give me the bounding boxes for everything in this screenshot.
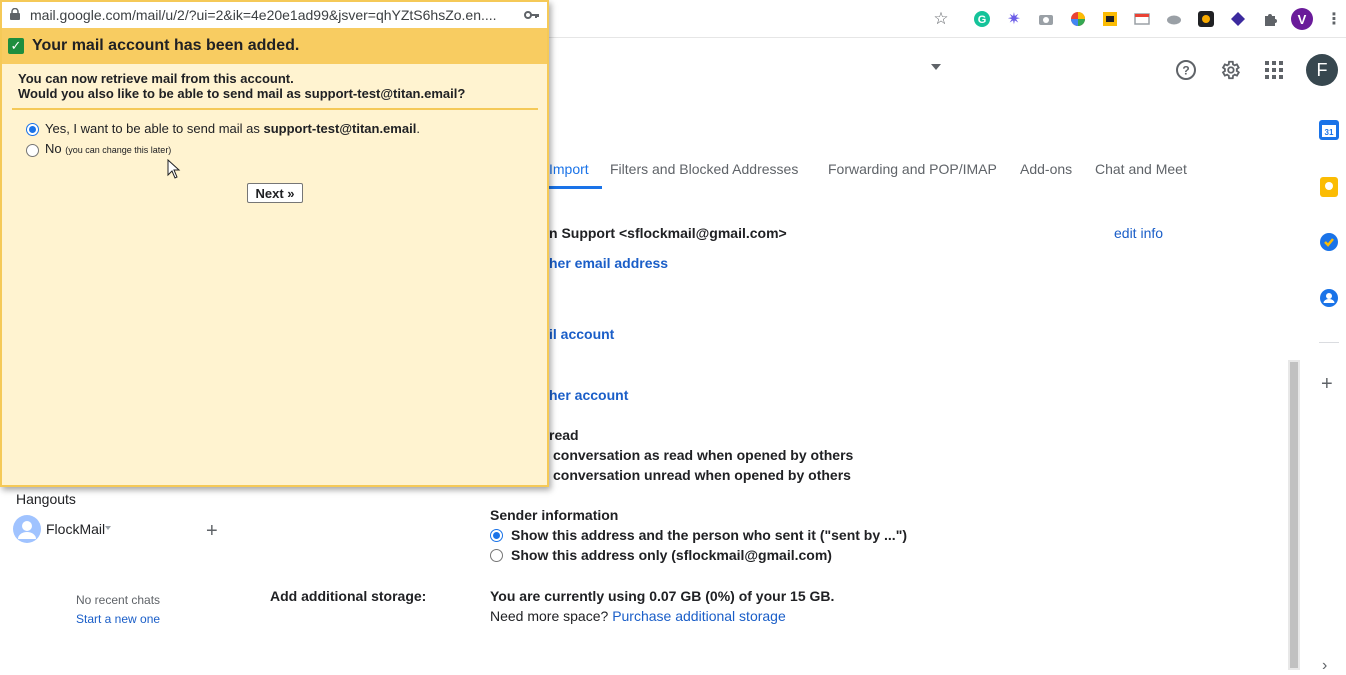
mark-read-heading: read bbox=[549, 427, 579, 443]
expand-panel-chevron-icon[interactable]: › bbox=[1322, 657, 1327, 675]
sender-info-label: Sender information bbox=[490, 507, 619, 523]
popup-message-line-2: Would you also like to be able to send m… bbox=[18, 86, 466, 101]
key-icon[interactable] bbox=[524, 8, 540, 24]
popup-address-bar: mail.google.com/mail/u/2/?ui=2&ik=4e20e1… bbox=[2, 2, 547, 28]
add-another-account-link[interactable]: her account bbox=[549, 387, 628, 403]
highlighter-extension-icon[interactable] bbox=[1101, 10, 1119, 28]
hangouts-user-avatar[interactable] bbox=[13, 515, 41, 548]
apps-grid-icon[interactable] bbox=[1262, 58, 1286, 82]
window-extension-icon[interactable] bbox=[1133, 10, 1151, 28]
purchase-storage-link[interactable]: Purchase additional storage bbox=[612, 608, 786, 624]
add-email-address-link[interactable]: her email address bbox=[549, 255, 668, 271]
tab-forwarding[interactable]: Forwarding and POP/IMAP bbox=[828, 161, 997, 177]
lock-icon bbox=[10, 7, 20, 23]
tab-import[interactable]: Import bbox=[549, 161, 589, 177]
gold-extension-icon[interactable] bbox=[1197, 10, 1215, 28]
send-as-entry: n Support <sflockmail@gmail.com> bbox=[549, 225, 787, 241]
send-as-yes-radio[interactable] bbox=[26, 123, 39, 136]
account-avatar[interactable]: F bbox=[1306, 54, 1338, 86]
start-new-chat-link[interactable]: Start a new one bbox=[76, 612, 160, 626]
success-check-icon: ✓ bbox=[8, 38, 24, 54]
add-mail-account-link[interactable]: il account bbox=[549, 326, 614, 342]
status-dropdown-icon[interactable] bbox=[105, 526, 111, 530]
send-as-no-text: No bbox=[45, 141, 62, 156]
browser-menu-icon[interactable]: ⋮ bbox=[1325, 10, 1343, 28]
camera-extension-icon[interactable] bbox=[1037, 10, 1055, 28]
popup-url-text: mail.google.com/mail/u/2/?ui=2&ik=4e20e1… bbox=[30, 7, 497, 23]
popup-message-line-1: You can now retrieve mail from this acco… bbox=[18, 71, 294, 86]
browser-profile-avatar[interactable]: V bbox=[1291, 8, 1313, 30]
sender-option-1-radio[interactable] bbox=[490, 529, 503, 542]
next-button[interactable]: Next » bbox=[247, 183, 303, 203]
send-as-yes-suffix: . bbox=[416, 121, 420, 136]
hangouts-title: Hangouts bbox=[16, 491, 76, 507]
storage-more-prefix: Need more space? bbox=[490, 608, 613, 624]
hangouts-user-name[interactable]: FlockMail bbox=[46, 521, 105, 537]
send-as-no-note: (you can change this later) bbox=[65, 145, 172, 155]
new-chat-plus-icon[interactable]: + bbox=[206, 520, 218, 543]
tasks-icon[interactable] bbox=[1319, 232, 1339, 252]
svg-text:31: 31 bbox=[1325, 128, 1334, 137]
edit-info-link[interactable]: edit info bbox=[1114, 225, 1163, 241]
side-panel-divider bbox=[1319, 342, 1339, 343]
layers-extension-icon[interactable] bbox=[1229, 10, 1247, 28]
storage-label: Add additional storage: bbox=[270, 588, 427, 604]
mark-read-option-2[interactable]: conversation unread when opened by other… bbox=[553, 467, 851, 483]
tab-chat-meet[interactable]: Chat and Meet bbox=[1095, 161, 1187, 177]
send-as-yes-email: support-test@titan.email bbox=[263, 121, 417, 136]
svg-text:?: ? bbox=[1182, 64, 1189, 78]
calendar-icon[interactable]: 31 bbox=[1319, 120, 1339, 140]
popup-divider bbox=[12, 108, 538, 110]
mark-read-option-1[interactable]: conversation as read when opened by othe… bbox=[553, 447, 853, 463]
tab-filters[interactable]: Filters and Blocked Addresses bbox=[610, 161, 798, 177]
help-icon[interactable]: ? bbox=[1174, 58, 1198, 82]
get-addons-plus-icon[interactable]: + bbox=[1321, 373, 1333, 396]
popup-title: Your mail account has been added. bbox=[32, 37, 300, 54]
sender-option-2-radio[interactable] bbox=[490, 549, 503, 562]
active-tab-underline bbox=[548, 186, 602, 189]
color-wheel-extension-icon[interactable] bbox=[1069, 10, 1087, 28]
keep-icon[interactable] bbox=[1319, 177, 1339, 197]
bookmark-star-icon[interactable]: ☆ bbox=[932, 9, 950, 28]
grammarly-extension-icon[interactable]: G bbox=[973, 10, 991, 28]
storage-more-line: Need more space? Purchase additional sto… bbox=[490, 608, 786, 624]
account-dropdown-caret-icon[interactable] bbox=[931, 64, 941, 70]
popup-title-bar: ✓ Your mail account has been added. bbox=[2, 28, 547, 64]
no-recent-chats: No recent chats bbox=[76, 593, 161, 607]
scrollbar-thumb[interactable] bbox=[1290, 362, 1298, 668]
sender-option-1-label[interactable]: Show this address and the person who sen… bbox=[511, 527, 907, 543]
send-as-no-radio[interactable] bbox=[26, 144, 39, 157]
send-as-yes-label[interactable]: Yes, I want to be able to send mail as s… bbox=[45, 121, 420, 136]
cloud-extension-icon[interactable] bbox=[1165, 10, 1183, 28]
snowflake-extension-icon[interactable]: ✷ bbox=[1005, 10, 1023, 28]
mouse-cursor-icon bbox=[167, 158, 181, 184]
popup-window: mail.google.com/mail/u/2/?ui=2&ik=4e20e1… bbox=[0, 0, 549, 487]
send-as-yes-prefix: Yes, I want to be able to send mail as bbox=[45, 121, 264, 136]
settings-gear-icon[interactable] bbox=[1218, 58, 1242, 82]
svg-text:G: G bbox=[978, 14, 987, 26]
send-as-no-label[interactable]: No (you can change this later) bbox=[45, 141, 171, 156]
tab-addons[interactable]: Add-ons bbox=[1020, 161, 1072, 177]
extensions-puzzle-icon[interactable] bbox=[1261, 10, 1279, 28]
sender-option-2-label[interactable]: Show this address only (sflockmail@gmail… bbox=[511, 547, 832, 563]
storage-usage-text: You are currently using 0.07 GB (0%) of … bbox=[490, 588, 835, 604]
contacts-icon[interactable] bbox=[1319, 288, 1339, 308]
